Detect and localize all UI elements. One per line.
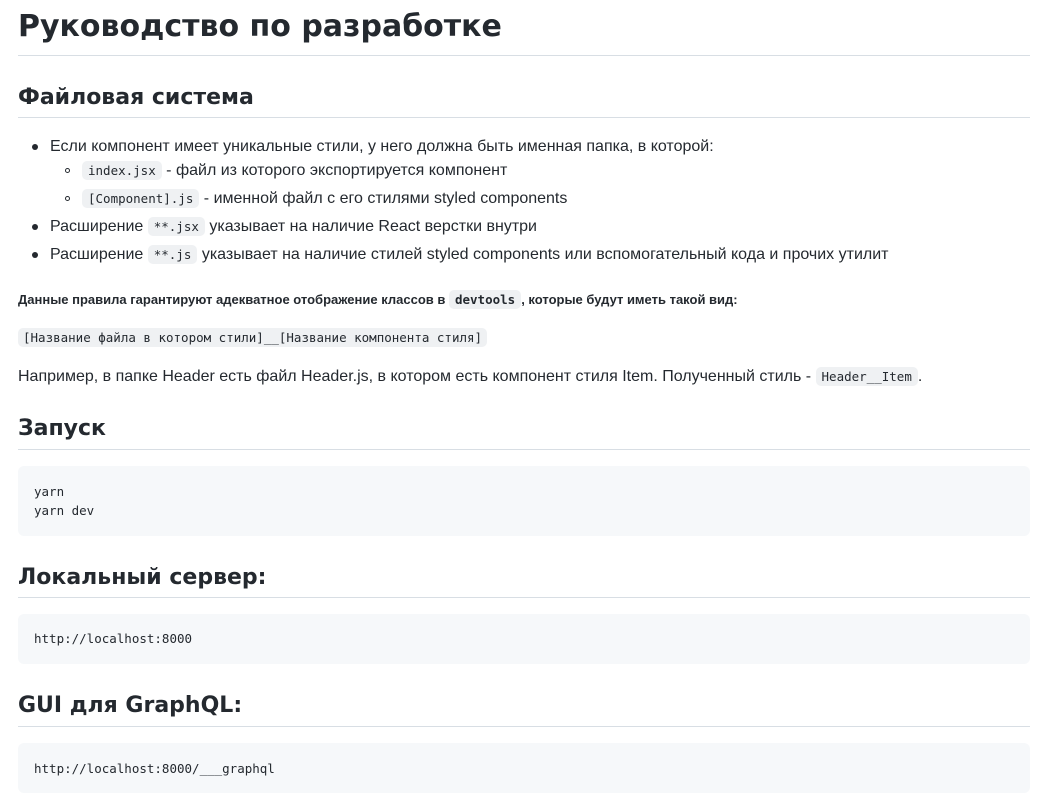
bullet-disc — [32, 224, 38, 230]
example-text: Например, в папке Header есть файл Heade… — [18, 368, 816, 385]
code-local-server: http://localhost:8000 — [34, 631, 193, 646]
heading-launch: Запуск — [18, 416, 106, 441]
inline-code: **.jsx — [147, 217, 205, 236]
launch-divider — [18, 449, 1030, 450]
example-paragraph: Например, в папке Header есть файл Heade… — [18, 366, 922, 388]
code-block-graphql: http://localhost:8000/___graphql — [18, 743, 1030, 793]
list-item-text: - файл из которого экспортируется компон… — [161, 162, 508, 179]
list-item-text: указывает на наличие React верстки внутр… — [204, 218, 537, 235]
page-title: Руководство по разработке — [18, 9, 502, 44]
class-pattern: [Название файла в котором стили]__[Назва… — [18, 327, 488, 349]
local-server-divider — [18, 597, 1030, 598]
list-item-text: - именной файл с его стилями styled comp… — [199, 190, 568, 207]
note-text: Данные правила гарантируют адекватное от… — [18, 292, 449, 307]
heading-local-server: Локальный сервер: — [18, 565, 267, 590]
bullet-circle — [65, 196, 70, 201]
list-item-text: Если компонент имеет уникальные стили, у… — [50, 138, 714, 155]
list-item: Расширение **.jsx указывает на наличие R… — [50, 216, 537, 238]
code-block-local-server: http://localhost:8000 — [18, 614, 1030, 664]
bullet-disc — [32, 144, 38, 150]
heading-graphql: GUI для GraphQL: — [18, 693, 243, 718]
sub-list-item: [Component].js - именной файл с его стил… — [82, 188, 567, 210]
heading-file-system: Файловая система — [18, 85, 254, 110]
code-launch: yarn yarn dev — [34, 484, 95, 518]
code-graphql: http://localhost:8000/___graphql — [34, 761, 275, 776]
bullet-circle — [65, 168, 70, 173]
list-item: Расширение **.js указывает на наличие ст… — [50, 244, 888, 266]
list-item-text: Расширение — [50, 246, 148, 263]
sub-list-item: index.jsx - файл из которого экспортируе… — [82, 160, 507, 182]
inline-code: index.jsx — [82, 161, 162, 180]
list-item-text: указывает на наличие стилей styled compo… — [197, 246, 889, 263]
rules-note: Данные правила гарантируют адекватное от… — [18, 289, 738, 311]
graphql-divider — [18, 726, 1030, 727]
bullet-disc — [32, 252, 38, 258]
list-item-text: Расширение — [50, 218, 148, 235]
inline-code: [Название файла в котором стили]__[Назва… — [18, 328, 488, 347]
list-item: Если компонент имеет уникальные стили, у… — [50, 136, 714, 158]
inline-code: **.js — [147, 245, 198, 264]
note-text: , которые будут иметь такой вид: — [521, 292, 738, 307]
inline-code: [Component].js — [82, 189, 200, 208]
code-block-launch: yarn yarn dev — [18, 466, 1030, 536]
example-text: . — [917, 368, 923, 385]
inline-code: devtools — [448, 290, 522, 309]
inline-code: Header__Item — [815, 367, 918, 386]
title-divider — [18, 55, 1030, 56]
file-system-divider — [18, 117, 1030, 118]
